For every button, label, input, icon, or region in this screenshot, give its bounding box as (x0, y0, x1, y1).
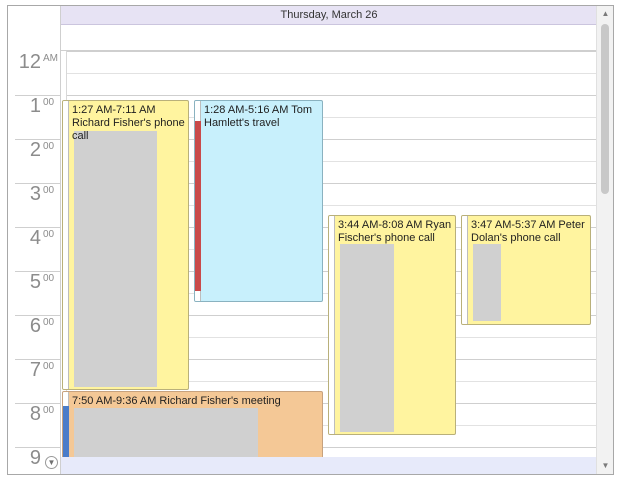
hour-label: 1 00 (8, 95, 61, 139)
vertical-scrollbar[interactable]: ▲ ▼ (596, 6, 613, 474)
appointment-richard-fisher-phone-call[interactable]: 1:27 AM-7:11 AM Richard Fisher's phone c… (62, 100, 189, 390)
appointment-status-bar (195, 101, 201, 301)
hour-suffix: 00 (43, 361, 55, 372)
hour-suffix: 00 (43, 273, 55, 284)
hour-suffix: 00 (43, 185, 55, 196)
hour-number: 12 (18, 51, 41, 73)
hour-label: 3 00 (8, 183, 61, 227)
time-slot[interactable] (61, 51, 597, 73)
hour-label: 5 00 (8, 271, 61, 315)
hour-number: 7 (29, 359, 41, 381)
scroll-thumb[interactable] (601, 24, 609, 194)
hour-number: 9 (29, 447, 41, 469)
appointment-busy-fill (340, 244, 394, 432)
hour-suffix: 00 (43, 97, 55, 108)
hour-number: 5 (29, 271, 41, 293)
appointment-status-bar (63, 101, 69, 389)
hour-number: 1 (29, 95, 41, 117)
appointment-text: 3:47 AM-5:37 AM Peter Dolan's phone call (471, 219, 585, 244)
hour-label: 12 AM (8, 51, 61, 95)
hour-label: 8 00 (8, 403, 61, 447)
hour-suffix: 00 (43, 317, 55, 328)
appointment-busy-fill (473, 244, 501, 321)
triangle-down-icon[interactable]: ▼ (597, 458, 613, 474)
appointment-status-bar (462, 216, 468, 324)
day-header[interactable]: Thursday, March 26 (61, 6, 597, 25)
hour-suffix: 00 (43, 141, 55, 152)
time-ruler: 12 AM 1 00 2 00 3 00 4 00 5 00 6 00 7 00… (8, 51, 61, 474)
scheduler-day-view: Thursday, March 26 12 AM 1 00 2 00 3 00 … (7, 5, 614, 475)
hour-label: 7 00 (8, 359, 61, 403)
appointment-text: 1:28 AM-5:16 AM Tom Hamlett's travel (204, 104, 313, 129)
hour-number: 3 (29, 183, 41, 205)
hour-number: 8 (29, 403, 41, 425)
appointment-text: 7:50 AM-9:36 AM Richard Fisher's meeting (72, 395, 281, 407)
appointment-text: 1:27 AM-7:11 AM Richard Fisher's phone c… (72, 104, 185, 142)
triangle-up-icon[interactable]: ▲ (597, 6, 613, 22)
work-time-band (61, 457, 597, 474)
time-grid[interactable]: 1:27 AM-7:11 AM Richard Fisher's phone c… (61, 51, 597, 474)
hour-number: 4 (29, 227, 41, 249)
hour-label: 6 00 (8, 315, 61, 359)
time-slot[interactable] (61, 73, 597, 95)
status-fill (195, 121, 201, 291)
hour-number: 6 (29, 315, 41, 337)
hour-label: 2 00 (8, 139, 61, 183)
all-day-area[interactable] (61, 25, 597, 51)
hour-label: 4 00 (8, 227, 61, 271)
hour-suffix: AM (43, 53, 58, 64)
appointment-peter-dolan-phone-call[interactable]: 3:47 AM-5:37 AM Peter Dolan's phone call (461, 215, 591, 325)
hour-number: 2 (29, 139, 41, 161)
time-ruler-header (8, 6, 61, 51)
chevron-down-circle-icon[interactable]: ▼ (45, 456, 58, 469)
appointment-ryan-fischer-phone-call[interactable]: 3:44 AM-8:08 AM Ryan Fischer's phone cal… (328, 215, 456, 435)
appointment-tom-hamlett-travel[interactable]: 1:28 AM-5:16 AM Tom Hamlett's travel (194, 100, 323, 302)
appointment-status-bar (329, 216, 335, 434)
appointment-busy-fill (74, 131, 157, 387)
hour-suffix: 00 (43, 229, 55, 240)
appointment-text: 3:44 AM-8:08 AM Ryan Fischer's phone cal… (338, 219, 452, 244)
hour-suffix: 00 (43, 405, 55, 416)
